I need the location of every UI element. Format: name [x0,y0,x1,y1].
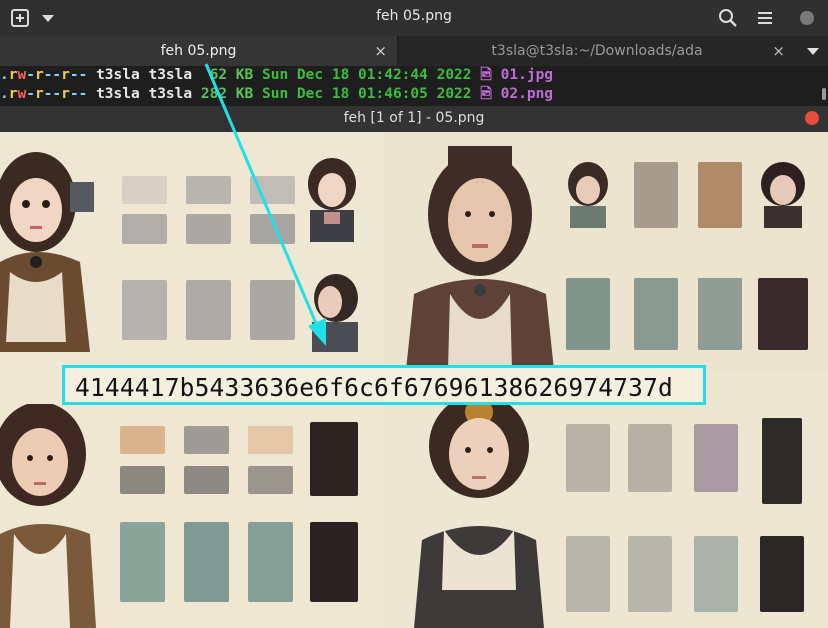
close-icon[interactable] [805,111,819,125]
tab-menu-chevron-icon[interactable] [806,46,820,56]
color-swatch [310,422,358,496]
pixel-portrait [308,158,356,242]
color-swatch [184,522,229,602]
pixel-portrait [761,162,805,228]
color-swatch [628,424,672,492]
feh-image-view: 4144417b5433636e6f6c6f67696138626974737d [0,132,828,628]
tab-feh[interactable]: feh 05.png × [0,36,398,66]
color-swatch [694,424,738,492]
terminal-scrollbar[interactable] [822,88,826,100]
color-swatch [120,522,165,602]
list-item: .rw-r--r-- t3sla t3sla 62 KB Sun Dec 18 … [0,67,554,83]
color-swatch [248,426,293,454]
hamburger-menu-icon[interactable] [753,6,777,30]
feh-window-title: feh [1 of 1] - 05.png [343,110,485,126]
color-swatch [634,278,678,350]
color-swatch [760,536,804,612]
color-swatch [120,426,165,454]
terminal-header-bar: feh 05.png [0,0,828,36]
hex-annotation-box: 4144417b5433636e6f6c6f67696138626974737d [62,365,706,405]
pixel-portrait [0,152,94,352]
color-swatch [184,466,229,494]
color-swatch [566,278,610,350]
tab-label: feh 05.png [160,43,237,59]
color-swatch [698,162,742,228]
tab-label: t3sla@t3sla:~/Downloads/ada [491,43,703,59]
color-swatch [566,536,610,612]
pixel-portrait [0,404,96,628]
color-swatch [186,280,231,340]
color-swatch [310,522,358,602]
color-swatch [122,214,167,244]
feh-title-bar: feh [1 of 1] - 05.png [0,106,828,132]
pixel-portrait [312,274,358,352]
pixel-portrait [406,146,554,370]
color-swatch [250,280,295,340]
tab-terminal[interactable]: t3sla@t3sla:~/Downloads/ada × [399,36,795,66]
color-swatch [248,522,293,602]
close-icon[interactable]: × [772,36,785,66]
search-icon[interactable] [716,6,740,30]
color-swatch [186,214,231,244]
color-swatch [628,536,672,612]
color-swatch [762,418,802,504]
color-swatch [248,466,293,494]
color-swatch [250,176,295,204]
color-swatch [186,176,231,204]
color-swatch [122,176,167,204]
window-dot-icon[interactable] [795,6,819,30]
color-swatch [758,278,808,350]
terminal-output: .rw-r--r-- t3sla t3sla 62 KB Sun Dec 18 … [0,66,828,106]
color-swatch [698,278,742,350]
color-swatch [694,536,738,612]
window-title: feh 05.png [376,8,452,24]
tab-bar: feh 05.png × t3sla@t3sla:~/Downloads/ada… [0,36,828,67]
color-swatch [250,214,295,244]
pixel-portrait [568,162,608,228]
color-swatch [120,466,165,494]
color-swatch [122,280,167,340]
color-swatch [566,424,610,492]
color-swatch [634,162,678,228]
pixel-portrait [414,394,544,628]
color-swatch [184,426,229,454]
hex-string: 4144417b5433636e6f6c6f67696138626974737d [75,373,674,402]
list-item: .rw-r--r-- t3sla t3sla 282 KB Sun Dec 18… [0,86,554,102]
close-icon[interactable]: × [374,36,387,66]
